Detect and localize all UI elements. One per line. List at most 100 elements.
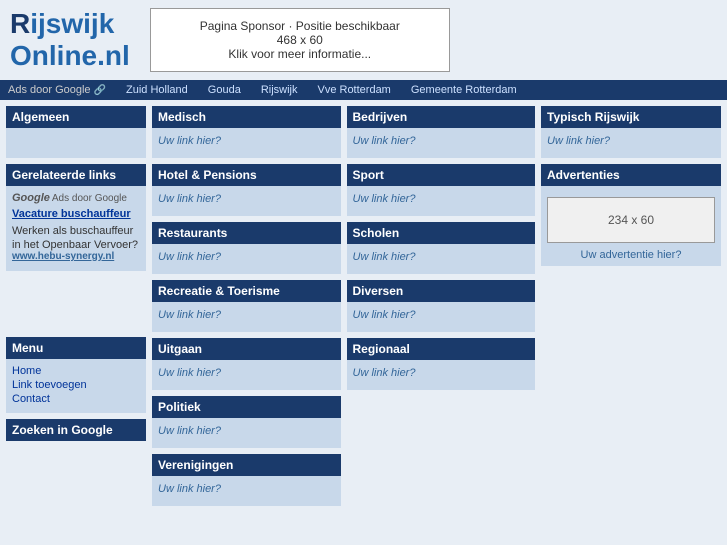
cat-recreatie-link[interactable]: Uw link hier? <box>158 309 221 321</box>
cat-sport: Sport Uw link hier? <box>347 164 536 216</box>
menu-contact[interactable]: Contact <box>12 393 140 405</box>
cat-sport-header: Sport <box>347 164 536 186</box>
cat-diversen: Diversen Uw link hier? <box>347 280 536 332</box>
navbar-link-vveroterdam[interactable]: Vve Rotterdam <box>317 84 390 96</box>
vacature-text1: Werken als buschauffeur in het Openbaar … <box>12 225 138 251</box>
sidebar-gerelateerde-body: Google Ads door Google Vacature buschauf… <box>6 186 146 271</box>
logo: Rijswijk Online.nl <box>10 8 130 72</box>
navbar-ads-google: Ads door Google 🔗 <box>8 84 106 96</box>
cat-row-4: Recreatie & Toerisme Uw link hier? Diver… <box>152 280 535 332</box>
cat-diversen-link[interactable]: Uw link hier? <box>353 309 416 321</box>
cat-verenigingen-link[interactable]: Uw link hier? <box>158 483 221 495</box>
sidebar-gerelateerde-header: Gerelateerde links <box>6 164 146 186</box>
content-right: Typisch Rijswijk Uw link hier? Advertent… <box>541 106 721 506</box>
cat-scholen-body: Uw link hier? <box>347 244 536 274</box>
cat-bedrijven-header: Bedrijven <box>347 106 536 128</box>
cat-regionaal-body: Uw link hier? <box>347 360 536 390</box>
cat-politiek-header: Politiek <box>152 396 341 418</box>
cat-uitgaan-link[interactable]: Uw link hier? <box>158 367 221 379</box>
header: Rijswijk Online.nl Pagina Sponsor · Posi… <box>0 0 727 80</box>
logo-line2: Online.nl <box>10 40 130 72</box>
vacature-url[interactable]: www.hebu-synergy.nl <box>12 251 140 262</box>
sidebar-zoeken: Zoeken in Google <box>6 419 146 441</box>
navbar-link-gouda[interactable]: Gouda <box>208 84 241 96</box>
cat-recreatie-header: Recreatie & Toerisme <box>152 280 341 302</box>
ad-box: 234 x 60 <box>547 197 715 243</box>
cat-medisch-link[interactable]: Uw link hier? <box>158 135 221 147</box>
cat-restaurants: Restaurants Uw link hier? <box>152 222 341 274</box>
cat-verenigingen: Verenigingen Uw link hier? <box>152 454 341 506</box>
sidebar-algemeen-body <box>6 128 146 158</box>
sponsor-line3: Klik voor meer informatie... <box>171 47 429 61</box>
navbar-link-gemeenterotterdam[interactable]: Gemeente Rotterdam <box>411 84 517 96</box>
advertenties-section: Advertenties 234 x 60 Uw advertentie hie… <box>541 164 721 266</box>
navbar: Ads door Google 🔗 Zuid Holland Gouda Rij… <box>0 80 727 100</box>
ad-size: 234 x 60 <box>608 213 654 227</box>
ad-link[interactable]: Uw advertentie hier? <box>581 249 682 261</box>
typisch-rijswijk-link[interactable]: Uw link hier? <box>547 135 610 147</box>
cat-politiek-link[interactable]: Uw link hier? <box>158 425 221 437</box>
cat-sport-link[interactable]: Uw link hier? <box>353 193 416 205</box>
sidebar-menu: Menu Home Link toevoegen Contact <box>6 337 146 413</box>
sidebar-gerelateerde: Gerelateerde links Google Ads door Googl… <box>6 164 146 271</box>
cat-row-6: Politiek Uw link hier? <box>152 396 535 448</box>
cat-regionaal: Regionaal Uw link hier? <box>347 338 536 390</box>
navbar-ads-icon: 🔗 <box>94 85 106 96</box>
navbar-ads-label: Ads door Google <box>8 84 91 96</box>
cat-medisch-body: Uw link hier? <box>152 128 341 158</box>
cat-row-2: Hotel & Pensions Uw link hier? Sport Uw … <box>152 164 535 216</box>
sponsor-box[interactable]: Pagina Sponsor · Positie beschikbaar 468… <box>150 8 450 72</box>
advertenties-body: 234 x 60 Uw advertentie hier? <box>541 186 721 266</box>
cat-scholen: Scholen Uw link hier? <box>347 222 536 274</box>
navbar-link-zuidholland[interactable]: Zuid Holland <box>126 84 188 96</box>
sidebar-zoeken-header: Zoeken in Google <box>6 419 146 441</box>
cat-bedrijven-link[interactable]: Uw link hier? <box>353 135 416 147</box>
cat-scholen-header: Scholen <box>347 222 536 244</box>
sidebar-algemeen-header: Algemeen <box>6 106 146 128</box>
sidebar-menu-body: Home Link toevoegen Contact <box>6 359 146 413</box>
cat-bedrijven: Bedrijven Uw link hier? <box>347 106 536 158</box>
cat-diversen-header: Diversen <box>347 280 536 302</box>
ads-google-logo: Google <box>12 192 50 204</box>
vacature-link[interactable]: Vacature buschauffeur <box>12 208 140 220</box>
menu-link-toevoegen[interactable]: Link toevoegen <box>12 379 140 391</box>
cat-uitgaan: Uitgaan Uw link hier? <box>152 338 341 390</box>
ads-label: Ads door Google <box>52 193 127 204</box>
cat-diversen-body: Uw link hier? <box>347 302 536 332</box>
logo-line2-text: Online.nl <box>10 40 130 71</box>
cat-sport-body: Uw link hier? <box>347 186 536 216</box>
cat-row-5: Uitgaan Uw link hier? Regionaal Uw link … <box>152 338 535 390</box>
logo-line1: Rijswijk <box>10 8 130 40</box>
cat-row-7: Verenigingen Uw link hier? <box>152 454 535 506</box>
sponsor-line2: 468 x 60 <box>171 33 429 47</box>
content-main: Medisch Uw link hier? Bedrijven Uw link … <box>152 106 535 506</box>
sidebar: Algemeen Gerelateerde links Google Ads d… <box>6 106 146 506</box>
cat-recreatie-body: Uw link hier? <box>152 302 341 332</box>
cat-medisch-header: Medisch <box>152 106 341 128</box>
cat-hotel-link[interactable]: Uw link hier? <box>158 193 221 205</box>
cat-uitgaan-header: Uitgaan <box>152 338 341 360</box>
menu-home[interactable]: Home <box>12 365 140 377</box>
main-layout: Algemeen Gerelateerde links Google Ads d… <box>0 100 727 512</box>
typisch-rijswijk-section: Typisch Rijswijk Uw link hier? <box>541 106 721 158</box>
navbar-link-rijswijk[interactable]: Rijswijk <box>261 84 298 96</box>
cat-restaurants-body: Uw link hier? <box>152 244 341 274</box>
logo-rest: ijswijk <box>30 8 114 39</box>
cat-row-3: Restaurants Uw link hier? Scholen Uw lin… <box>152 222 535 274</box>
cat-politiek-body: Uw link hier? <box>152 418 341 448</box>
advertenties-header: Advertenties <box>541 164 721 186</box>
logo-r: R <box>10 8 30 39</box>
cat-regionaal-link[interactable]: Uw link hier? <box>353 367 416 379</box>
cat-restaurants-link[interactable]: Uw link hier? <box>158 251 221 263</box>
cat-uitgaan-body: Uw link hier? <box>152 360 341 390</box>
cat-hotel-header: Hotel & Pensions <box>152 164 341 186</box>
cat-verenigingen-body: Uw link hier? <box>152 476 341 506</box>
cat-medisch: Medisch Uw link hier? <box>152 106 341 158</box>
ad-link-text[interactable]: Uw advertentie hier? <box>547 249 715 261</box>
cat-recreatie: Recreatie & Toerisme Uw link hier? <box>152 280 341 332</box>
cat-scholen-link[interactable]: Uw link hier? <box>353 251 416 263</box>
sidebar-algemeen: Algemeen <box>6 106 146 158</box>
cat-verenigingen-header: Verenigingen <box>152 454 341 476</box>
cat-regionaal-header: Regionaal <box>347 338 536 360</box>
cat-hotel-body: Uw link hier? <box>152 186 341 216</box>
